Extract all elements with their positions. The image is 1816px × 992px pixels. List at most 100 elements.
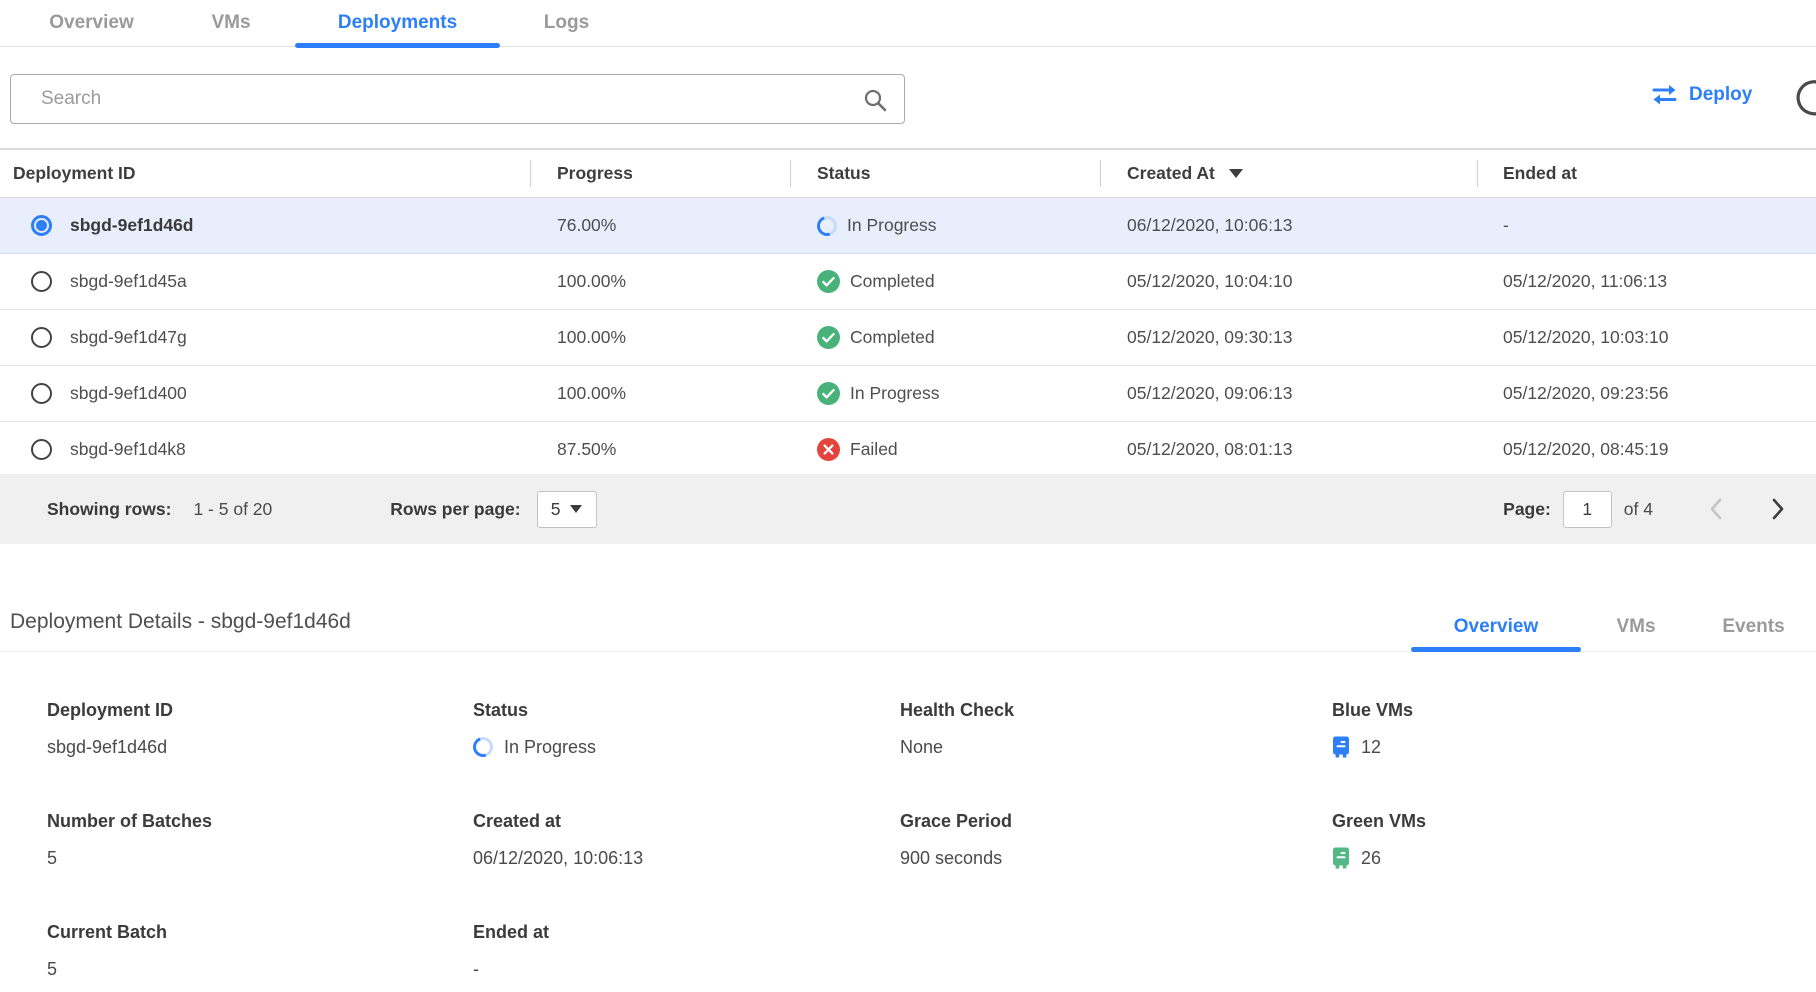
page-number-input[interactable] (1563, 491, 1612, 528)
created-at-cell: 05/12/2020, 09:06:13 (1100, 366, 1477, 421)
active-tab-underline (1411, 647, 1581, 652)
status-cell: Completed (790, 310, 1100, 365)
blue-vm-icon (1332, 736, 1350, 758)
next-page-button[interactable] (1771, 497, 1786, 521)
tab-label: Logs (544, 12, 589, 34)
rows-per-page-select[interactable]: 5 (537, 491, 597, 528)
tab-overview[interactable]: Overview (16, 0, 167, 46)
previous-page-button[interactable] (1708, 497, 1723, 521)
detail-field-value: - (473, 959, 479, 980)
progress-value: 87.50% (557, 439, 616, 460)
tab-deployments[interactable]: Deployments (295, 0, 500, 46)
status-cell: In Progress (790, 366, 1100, 421)
column-divider (790, 160, 791, 187)
detail-field-value: 12 (1361, 737, 1381, 758)
column-label: Created At (1127, 163, 1215, 184)
detail-field-label: Blue VMs (1332, 700, 1816, 721)
deploy-button[interactable]: Deploy (1650, 84, 1752, 106)
progress-cell: 76.00% (530, 198, 790, 253)
in-progress-spinner-icon (470, 734, 497, 761)
detail-field-label: Health Check (900, 700, 1332, 721)
table-row[interactable]: sbgd-9ef1d400 100.00% In Progress 05/12/… (0, 366, 1816, 422)
detail-field-value: None (900, 737, 943, 758)
row-radio-button[interactable] (31, 271, 52, 292)
row-radio-button[interactable] (31, 439, 52, 460)
green-vm-icon (1332, 847, 1350, 869)
deployment-id-cell: sbgd-9ef1d46d (0, 198, 530, 253)
detail-field-value: sbgd-9ef1d46d (47, 737, 167, 758)
created-at-value: 05/12/2020, 08:01:13 (1127, 439, 1292, 460)
detail-field-label: Ended at (473, 922, 900, 943)
deployment-id: sbgd-9ef1d400 (70, 383, 187, 404)
detail-field-created-at: Created at 06/12/2020, 10:06:13 (473, 811, 900, 870)
table-row[interactable]: sbgd-9ef1d47g 100.00% Completed 05/12/20… (0, 310, 1816, 366)
row-radio-button[interactable] (31, 327, 52, 348)
rows-summary: Showing rows: 1 - 5 of 20 Rows per page:… (47, 491, 597, 528)
detail-field-blue-vms: Blue VMs 12 (1332, 700, 1816, 759)
deployments-table: Deployment ID Progress Status Created At… (0, 148, 1816, 478)
column-divider (1100, 160, 1101, 187)
page-total-label: of 4 (1624, 499, 1653, 520)
ended-at-value: 05/12/2020, 10:03:10 (1503, 327, 1668, 348)
table-row[interactable]: sbgd-9ef1d4k8 87.50% Failed 05/12/2020, … (0, 422, 1816, 478)
rows-per-page-value: 5 (551, 499, 561, 520)
in-progress-spinner-icon (814, 212, 841, 239)
detail-field-label: Deployment ID (47, 700, 473, 721)
search-input[interactable] (11, 75, 904, 123)
column-header-ended-at[interactable]: Ended at (1477, 150, 1816, 197)
column-label: Progress (557, 163, 633, 184)
tab-label: Deployments (338, 12, 457, 34)
rows-per-page-label: Rows per page: (390, 499, 520, 520)
deployment-id: sbgd-9ef1d46d (70, 215, 194, 236)
detail-field-label: Current Batch (47, 922, 473, 943)
column-header-created-at[interactable]: Created At (1100, 150, 1477, 197)
progress-value: 100.00% (557, 271, 626, 292)
table-body: sbgd-9ef1d46d 76.00% In Progress 06/12/2… (0, 198, 1816, 478)
deployment-id: sbgd-9ef1d45a (70, 271, 187, 292)
details-tab-overview[interactable]: Overview (1411, 601, 1581, 652)
progress-value: 100.00% (557, 327, 626, 348)
column-header-deployment-id[interactable]: Deployment ID (0, 150, 530, 197)
tab-label: Events (1722, 616, 1784, 638)
deployment-id: sbgd-9ef1d47g (70, 327, 187, 348)
status-label: Completed (850, 271, 935, 292)
column-header-status[interactable]: Status (790, 150, 1100, 197)
row-radio-button[interactable] (31, 215, 52, 236)
column-label: Deployment ID (13, 163, 136, 184)
tab-vms[interactable]: VMs (183, 0, 279, 46)
progress-value: 76.00% (557, 215, 616, 236)
showing-rows-value: 1 - 5 of 20 (193, 499, 272, 520)
progress-cell: 87.50% (530, 422, 790, 477)
tab-label: Overview (49, 12, 134, 34)
table-row[interactable]: sbgd-9ef1d45a 100.00% Completed 05/12/20… (0, 254, 1816, 310)
status-label: In Progress (850, 383, 939, 404)
details-tab-events[interactable]: Events (1691, 601, 1816, 652)
tab-logs[interactable]: Logs (516, 0, 617, 46)
ended-at-value: 05/12/2020, 11:06:13 (1503, 271, 1667, 292)
tab-label: VMs (211, 12, 250, 34)
deployment-id-cell: sbgd-9ef1d45a (0, 254, 530, 309)
column-divider (530, 160, 531, 187)
detail-field-ended-at: Ended at - (473, 922, 900, 981)
deployment-id-cell: sbgd-9ef1d400 (0, 366, 530, 421)
ended-at-cell: - (1477, 198, 1816, 253)
status-cell: Completed (790, 254, 1100, 309)
details-grid: Deployment ID sbgd-9ef1d46d Status In Pr… (47, 700, 1816, 981)
table-footer: Showing rows: 1 - 5 of 20 Rows per page:… (0, 474, 1816, 544)
detail-field-label: Number of Batches (47, 811, 473, 832)
tab-label: Overview (1454, 616, 1539, 638)
swap-arrows-icon (1650, 84, 1679, 106)
created-at-cell: 06/12/2020, 10:06:13 (1100, 198, 1477, 253)
detail-field-label: Created at (473, 811, 900, 832)
details-title: Deployment Details - sbgd-9ef1d46d (10, 610, 351, 634)
column-header-progress[interactable]: Progress (530, 150, 790, 197)
detail-field-label: Grace Period (900, 811, 1332, 832)
sort-desc-icon[interactable] (1229, 169, 1243, 178)
detail-field-green-vms: Green VMs 26 (1332, 811, 1816, 870)
details-tab-vms[interactable]: VMs (1581, 601, 1691, 652)
row-radio-button[interactable] (31, 383, 52, 404)
detail-field-label: Status (473, 700, 900, 721)
refresh-icon[interactable] (1789, 80, 1816, 122)
column-label: Ended at (1503, 163, 1577, 184)
table-row[interactable]: sbgd-9ef1d46d 76.00% In Progress 06/12/2… (0, 198, 1816, 254)
